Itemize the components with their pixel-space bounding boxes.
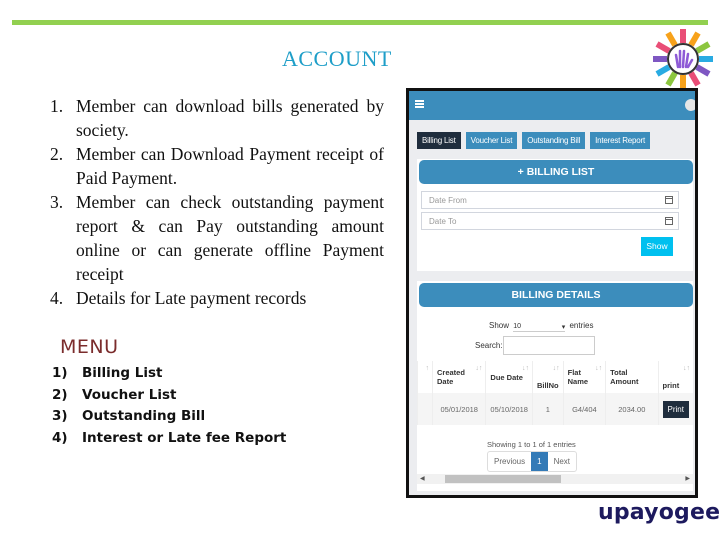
brand-logo: upayogee <box>598 500 720 525</box>
menu-item: 1) Billing List <box>52 365 163 381</box>
cell-flat-name: G4/404 <box>562 393 606 425</box>
column-header[interactable]: Total Amount <box>605 361 659 393</box>
cell-total-amount: 2034.00 <box>605 393 659 425</box>
hamburger-menu-icon[interactable] <box>415 100 424 108</box>
cell-due-date: 05/10/2018 <box>485 393 533 425</box>
sort-icon: ↓↑ <box>521 365 529 372</box>
app-screenshot: Billing List Voucher List Outstanding Bi… <box>406 88 698 498</box>
tab-interest-report[interactable]: Interest Report <box>590 132 651 149</box>
slide-title: ACCOUNT <box>282 46 392 71</box>
menu-item: 4) Interest or Late fee Report <box>52 429 287 446</box>
table-row: 05/01/2018 05/10/2018 1 G4/404 2034.00 P… <box>417 393 693 425</box>
feature-list: 1. Member can download bills generated by… <box>42 94 384 310</box>
sort-icon: ↓↑ <box>595 365 603 372</box>
tab-billing-list[interactable]: Billing List <box>417 132 461 149</box>
show-button[interactable]: Show <box>641 237 673 256</box>
scroll-left-icon[interactable]: ◀ <box>420 475 425 482</box>
menu-title: MENU <box>60 336 119 358</box>
tab-voucher-list[interactable]: Voucher List <box>465 132 518 149</box>
previous-page-button[interactable]: Previous <box>488 452 531 471</box>
calendar-icon[interactable] <box>665 196 673 204</box>
logo-icon <box>653 29 713 89</box>
user-avatar-icon[interactable] <box>685 99 695 111</box>
table-info: Showing 1 to 1 of 1 entries <box>487 440 576 449</box>
search-control: Search: <box>475 336 595 355</box>
feature-item: 1. Member can download bills generated by… <box>50 96 384 140</box>
horizontal-scrollbar[interactable]: ◀ ▶ <box>417 474 693 484</box>
column-header[interactable]: print ↓↑ <box>657 361 693 393</box>
accent-bar <box>12 20 708 25</box>
entries-length-control: Show 10 ▾ entries <box>489 321 594 332</box>
menu-item: 3) Outstanding Bill <box>52 408 206 424</box>
scroll-right-icon[interactable]: ▶ <box>685 475 690 482</box>
column-header[interactable]: Created Date ↓↑ <box>431 361 486 393</box>
billing-details-header: BILLING DETAILS <box>419 283 693 307</box>
tab-bar: Billing List Voucher List Outstanding Bi… <box>417 132 651 149</box>
cell-created-date: 05/01/2018 <box>431 393 486 425</box>
next-page-button[interactable]: Next <box>548 452 576 471</box>
feature-item: 2. Member can Download Payment receipt of… <box>50 144 384 188</box>
sort-icon: ↓↑ <box>683 365 690 372</box>
tab-outstanding-bill[interactable]: Outstanding Bill <box>522 132 586 149</box>
calendar-icon[interactable] <box>665 217 673 225</box>
sort-icon: ↓↑ <box>475 365 483 372</box>
pagination: Previous 1 Next <box>487 451 578 472</box>
chevron-down-icon: ▾ <box>561 324 566 331</box>
app-header <box>409 91 695 120</box>
column-header[interactable]: ↑ <box>417 361 433 393</box>
search-input[interactable] <box>503 336 595 355</box>
page-1-button[interactable]: 1 <box>531 452 548 471</box>
cell-bill-no: 1 <box>531 393 564 425</box>
print-button[interactable]: Print <box>662 400 689 418</box>
sort-icon: ↑ <box>425 365 430 372</box>
column-header[interactable]: BillNo ↓↑ <box>531 361 564 393</box>
feature-item: 4. Details for Late payment records <box>50 288 307 308</box>
column-header[interactable]: Flat Name ↓↑ <box>562 361 606 393</box>
menu-list: 1) Billing List 2) Voucher List 3) Outstand… <box>52 363 286 449</box>
date-to-input[interactable]: Date To <box>421 212 679 230</box>
menu-item: 2) Voucher List <box>52 386 177 403</box>
sort-icon: ↓↑ <box>552 365 560 372</box>
entries-select[interactable]: 10 ▾ <box>513 323 566 332</box>
billing-table: ↑ Created Date ↓↑ Due Date ↓↑ BillNo ↓↑ Fla… <box>417 361 693 425</box>
column-header[interactable]: Due Date ↓↑ <box>485 361 533 393</box>
feature-item: 3. Member can check outstanding payment r… <box>50 192 384 284</box>
billing-list-header[interactable]: + BILLING LIST <box>419 160 693 184</box>
scrollbar-thumb[interactable] <box>445 475 561 483</box>
date-from-input[interactable]: Date From <box>421 191 679 209</box>
